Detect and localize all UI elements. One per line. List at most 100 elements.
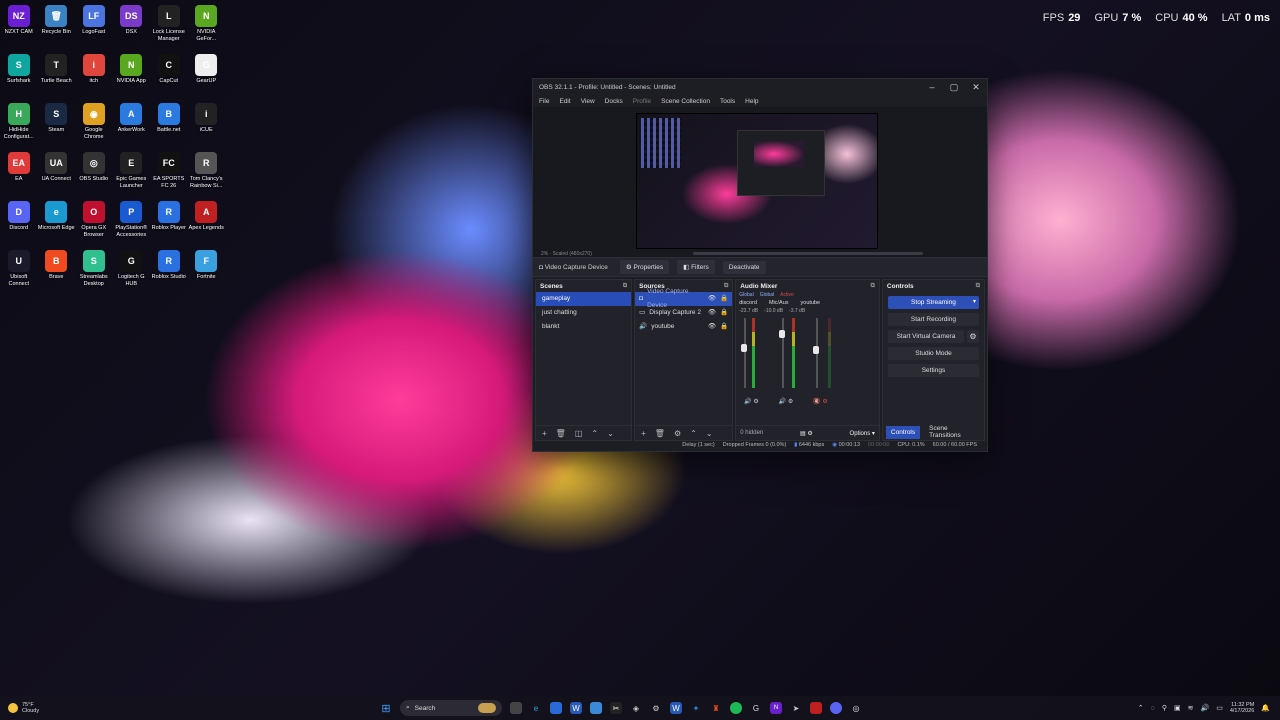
fader-knob[interactable] [813, 346, 820, 354]
desktop-icon-discord[interactable]: D Discord [0, 198, 38, 247]
eye-icon[interactable]: 👁 [708, 292, 716, 306]
spotify-icon[interactable] [730, 702, 742, 714]
desktop-icon-microsoft-edge[interactable]: e Microsoft Edge [38, 198, 76, 247]
fader-knob[interactable] [741, 344, 748, 352]
stop-streaming-button[interactable]: Stop Streaming ▾ [887, 296, 979, 309]
desktop-icon-fortnite[interactable]: F Fortnite [188, 247, 226, 296]
desktop-icon-hidhide-configurat[interactable]: H HidHide Configurat... [0, 100, 38, 149]
scene-item-gameplay[interactable]: gameplay [536, 292, 632, 306]
trash-icon[interactable]: 🗑 [556, 429, 566, 438]
menu-docks[interactable]: Docks [605, 98, 623, 105]
channel-discord[interactable]: discord [739, 300, 757, 306]
desktop-icon-roblox-studio[interactable]: R Roblox Studio [150, 247, 188, 296]
send-icon[interactable]: ➤ [790, 702, 802, 714]
channel-mic-aux[interactable]: Mic/Aux [769, 300, 789, 306]
tab-controls[interactable]: Controls [885, 425, 921, 439]
weather-widget[interactable]: 75°F Cloudy [8, 702, 39, 715]
capcut-icon[interactable]: ✂ [610, 702, 622, 714]
desktop-icon-roblox-player[interactable]: R Roblox Player [150, 198, 188, 247]
up-arrow-icon[interactable]: ⌃ [591, 429, 598, 438]
desktop-icon-tom-clancy-s-rainbow-si[interactable]: R Tom Clancy's Rainbow Si... [188, 149, 226, 198]
desktop-icon-streamlabs-desktop[interactable]: S Streamlabs Desktop [75, 247, 113, 296]
menu-profile[interactable]: Profile [633, 98, 651, 105]
chevron-up-icon[interactable]: ⌃ [1138, 704, 1144, 712]
undock-icon[interactable]: ⧉ [724, 283, 728, 290]
menu-edit[interactable]: Edit [559, 98, 570, 105]
ghub-icon[interactable]: G [750, 702, 762, 714]
desktop-icon-google-chrome[interactable]: ◉ Google Chrome [75, 100, 113, 149]
gear-icon[interactable]: ⚙ [967, 330, 979, 343]
add-icon[interactable]: + [641, 429, 646, 438]
desktop-icon-recycle-bin[interactable]: 🗑 Recycle Bin [38, 2, 76, 51]
settings-button[interactable]: Settings [887, 364, 979, 377]
store-icon[interactable] [550, 702, 562, 714]
steam-icon[interactable]: ⚙ [650, 702, 662, 714]
mic-icon[interactable]: ⚲ [1162, 704, 1167, 712]
volume-fader[interactable] [782, 318, 785, 388]
app-tray-icon[interactable]: ▣ [1174, 704, 1181, 712]
desktop-icon-ua-connect[interactable]: UA UA Connect [38, 149, 76, 198]
desktop-icon-playstation-accessories[interactable]: P PlayStation® Accessories [113, 198, 151, 247]
source-item-display-capture[interactable]: ▭ Display Capture 2 👁 🔒 [635, 306, 732, 320]
speaker-icon[interactable]: 🔊 ⚙ [779, 398, 794, 405]
lock-icon[interactable]: 🔒 [720, 306, 728, 320]
word-icon[interactable]: W [670, 702, 682, 714]
menu-file[interactable]: File [539, 98, 549, 105]
desktop-icon-nvidia-app[interactable]: N NVIDIA App [113, 51, 151, 100]
edge-icon[interactable]: e [530, 702, 542, 714]
desktop-icon-turtle-beach[interactable]: T Turtle Beach [38, 51, 76, 100]
options-button[interactable]: Options ▾ [850, 430, 875, 437]
up-arrow-icon[interactable]: ⌃ [690, 429, 697, 438]
preview-scrollbar[interactable] [693, 252, 923, 255]
undock-icon[interactable]: ⧉ [623, 283, 627, 290]
clock[interactable]: 11:32 PM 4/17/2026 [1230, 702, 1254, 715]
filters-button[interactable]: ◧ Filters [677, 260, 715, 274]
volume-fader[interactable] [744, 318, 747, 388]
desktop-icon-ubisoft-connect[interactable]: U Ubisoft Connect [0, 247, 38, 296]
network-icon[interactable]: ◌ [1151, 705, 1155, 712]
desktop-icon-ankerwork[interactable]: A AnkerWork [113, 100, 151, 149]
trash-icon[interactable]: 🗑 [655, 429, 665, 438]
mixer-layout-icon[interactable]: ▤ ⚙ [800, 430, 813, 437]
notification-bell-icon[interactable]: 🔔 [1261, 704, 1270, 712]
battery-icon[interactable]: ▭ [1216, 704, 1223, 712]
filter-icon[interactable]: ◫ [575, 429, 583, 438]
chevron-down-icon[interactable]: ▾ [973, 296, 976, 309]
eye-icon[interactable]: 👁 [708, 320, 716, 334]
minimize-button[interactable]: – [921, 82, 943, 92]
desktop-icon-nvidia-gefor[interactable]: N NVIDIA GeFor... [188, 2, 226, 51]
down-arrow-icon[interactable]: ⌄ [607, 429, 614, 438]
desktop-icon-itch[interactable]: i itch [75, 51, 113, 100]
search-box[interactable]: ⌕ Search [400, 700, 502, 716]
ea-icon[interactable] [810, 702, 822, 714]
desktop-icon-dsx[interactable]: DS DSX [113, 2, 151, 51]
down-arrow-icon[interactable]: ⌄ [706, 429, 713, 438]
scene-item-blankt[interactable]: blankt [536, 320, 631, 334]
app-icon[interactable]: ◈ [630, 702, 642, 714]
maximize-button[interactable]: ▢ [943, 82, 965, 93]
fader-knob[interactable] [779, 330, 786, 338]
desktop-icon-nzxt-cam[interactable]: NZ NZXT CAM [0, 2, 38, 51]
eye-icon[interactable]: 👁 [708, 306, 716, 320]
desktop-icon-ea-sports-fc-26[interactable]: FC EA SPORTS FC 26 [150, 149, 188, 198]
wifi-icon[interactable]: ≋ [1188, 704, 1194, 712]
program-preview[interactable] [636, 113, 878, 249]
gear-icon[interactable]: ⚙ [674, 429, 681, 438]
obs-icon[interactable]: ◎ [850, 702, 862, 714]
studio-mode-button[interactable]: Studio Mode [887, 347, 979, 360]
desktop-icon-logofast[interactable]: LF LogoFast [75, 2, 113, 51]
battlenet-icon[interactable]: ✦ [690, 702, 702, 714]
source-item-youtube[interactable]: 🔊 youtube 👁 🔒 [635, 320, 732, 334]
desktop-icon-epic-games-launcher[interactable]: E Epic Games Launcher [113, 149, 151, 198]
lock-icon[interactable]: 🔒 [720, 292, 728, 306]
start-recording-button[interactable]: Start Recording [887, 313, 979, 326]
volume-icon[interactable]: 🔊 [1200, 704, 1209, 712]
obs-titlebar[interactable]: OBS 32.1.1 - Profile: Untitled - Scenes:… [533, 79, 987, 95]
desktop-icon-logitech-g-hub[interactable]: G Logitech G HUB [113, 247, 151, 296]
desktop-icon-opera-gx-browser[interactable]: O Opera GX Browser [75, 198, 113, 247]
lock-icon[interactable]: 🔒 [720, 320, 728, 334]
close-button[interactable]: ✕ [965, 82, 987, 93]
scene-item-just-chatting[interactable]: just chatting [536, 306, 631, 320]
desktop-icon-capcut[interactable]: C CapCut [150, 51, 188, 100]
windows-start-icon[interactable]: ⊞ [380, 702, 392, 715]
